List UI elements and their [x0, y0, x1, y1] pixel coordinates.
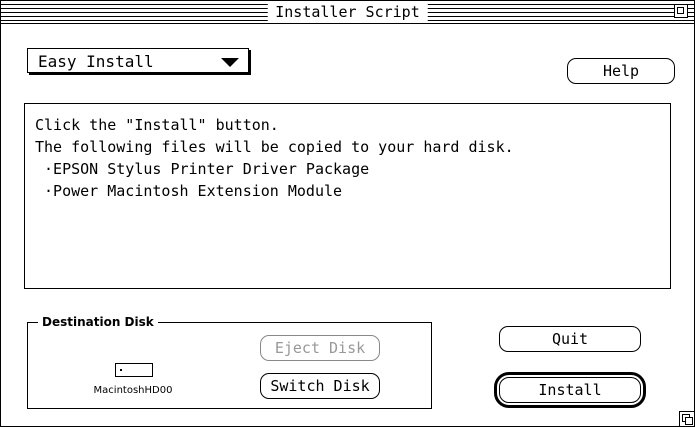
eject-disk-button[interactable]: Eject Disk [260, 335, 380, 361]
message-line: The following files will be copied to yo… [35, 138, 514, 156]
message-line: Click the "Install" button. [35, 116, 279, 134]
zoom-box-icon[interactable] [674, 4, 688, 18]
message-line: ·EPSON Stylus Printer Driver Package [35, 160, 370, 178]
window-title: Installer Script [267, 2, 428, 22]
installer-window: Installer Script Easy Install Help Click… [0, 0, 695, 427]
install-type-popup[interactable]: Easy Install [27, 48, 249, 73]
install-type-label: Easy Install [38, 52, 154, 71]
quit-button[interactable]: Quit [499, 326, 641, 352]
destination-disk-group: Destination Disk MacintoshHD00 Eject Dis… [27, 314, 432, 409]
disk-name: MacintoshHD00 [93, 385, 173, 396]
hard-disk-icon [115, 363, 153, 377]
triangle-down-icon [221, 58, 239, 67]
help-button[interactable]: Help [567, 58, 675, 84]
install-button[interactable]: Install [494, 372, 646, 408]
switch-disk-button[interactable]: Switch Disk [260, 373, 380, 399]
message-box: Click the "Install" button. The followin… [24, 103, 671, 289]
message-line: ·Power Macintosh Extension Module [35, 182, 343, 200]
title-bar[interactable]: Installer Script [1, 1, 694, 24]
destination-disk-label: Destination Disk [38, 314, 158, 330]
grow-box-icon[interactable] [679, 411, 694, 426]
